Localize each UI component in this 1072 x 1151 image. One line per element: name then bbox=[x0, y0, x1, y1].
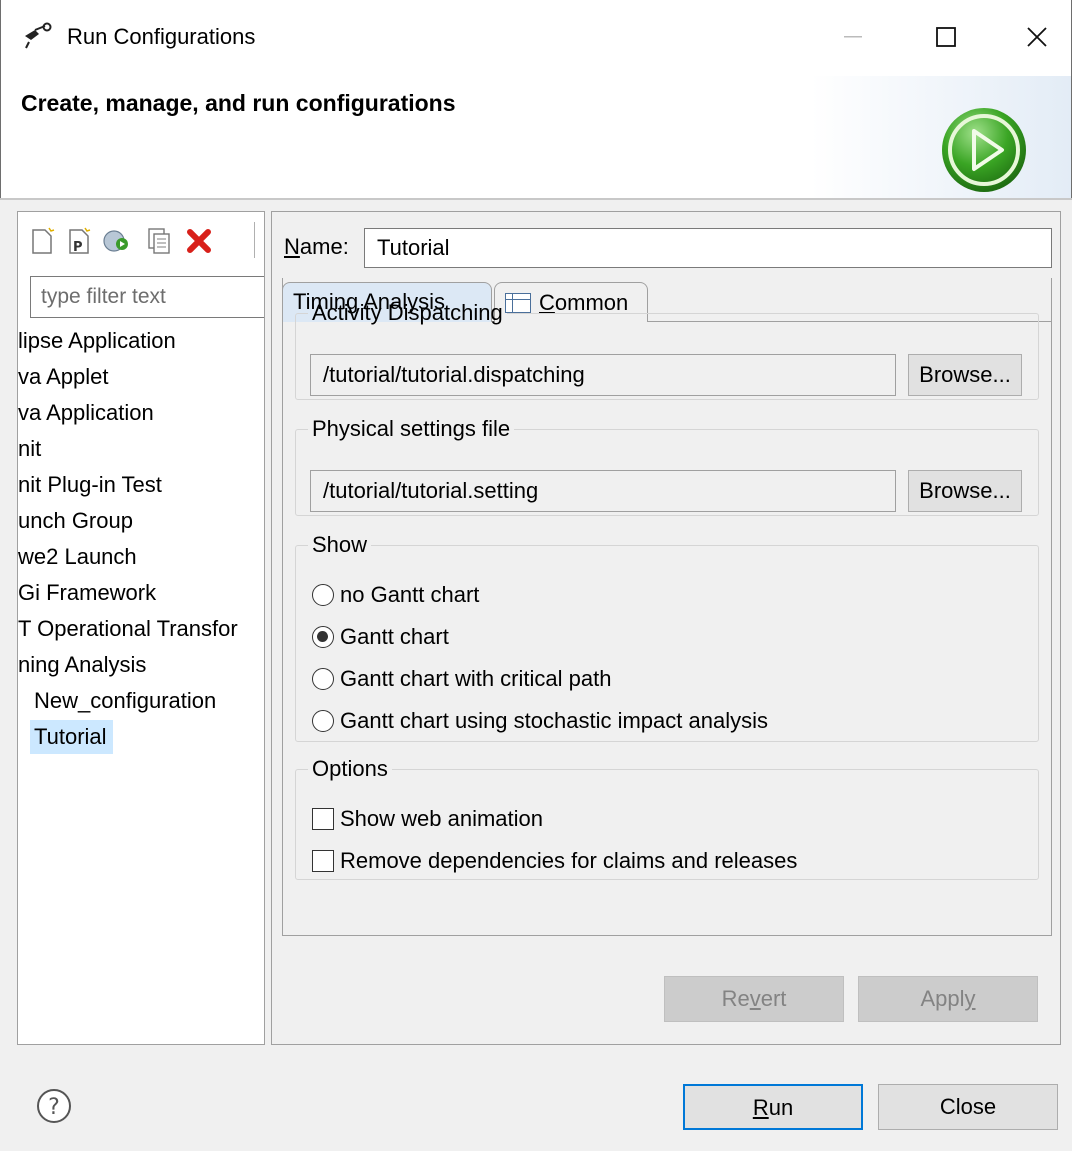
checkbox[interactable] bbox=[312, 808, 334, 830]
show-group: Show no Gantt chart Gantt chart Gantt ch… bbox=[295, 532, 1039, 742]
title-bar: Run Configurations bbox=[0, 0, 1072, 76]
new-config-icon bbox=[32, 227, 55, 254]
new-prototype-icon: P bbox=[69, 227, 91, 255]
toolbar-separator bbox=[254, 222, 255, 258]
checkbox-show-web-animation[interactable]: Show web animation bbox=[312, 804, 543, 834]
filter-input[interactable] bbox=[30, 276, 264, 318]
radio-gantt-stochastic[interactable]: Gantt chart using stochastic impact anal… bbox=[312, 706, 768, 736]
tree-item-new-configuration[interactable]: New_configuration bbox=[34, 684, 216, 718]
show-legend: Show bbox=[312, 532, 368, 557]
revert-label-mnemonic: v bbox=[749, 986, 761, 1011]
run-label-mnemonic: R bbox=[752, 1095, 769, 1120]
config-toolbar: P bbox=[18, 212, 264, 266]
tree-item[interactable]: T Operational Transfor bbox=[18, 612, 238, 646]
tree-item[interactable]: nit bbox=[18, 432, 41, 466]
close-button[interactable]: Close bbox=[878, 1084, 1058, 1130]
activity-dispatching-legend: Activity Dispatching bbox=[312, 300, 503, 325]
duplicate-configuration-button[interactable] bbox=[142, 224, 176, 258]
header-separator bbox=[0, 198, 1072, 200]
checkbox-label: Show web animation bbox=[340, 806, 544, 831]
physical-settings-legend: Physical settings file bbox=[312, 416, 511, 441]
revert-label-pre: Re bbox=[721, 986, 750, 1011]
tree-item[interactable]: unch Group bbox=[18, 504, 133, 538]
radio-label: no Gantt chart bbox=[340, 582, 480, 607]
svg-text:?: ? bbox=[48, 1095, 60, 1120]
configuration-list-panel: P lipse Application bbox=[17, 211, 265, 1045]
radio-button[interactable] bbox=[312, 710, 334, 732]
maximize-icon bbox=[936, 27, 956, 47]
run-button[interactable]: Run bbox=[683, 1084, 863, 1130]
name-label: Name: bbox=[284, 234, 349, 260]
duplicate-icon bbox=[148, 228, 170, 254]
export-configuration-button[interactable] bbox=[100, 224, 134, 258]
window-title: Run Configurations bbox=[67, 24, 256, 49]
tree-item[interactable]: ning Analysis bbox=[18, 648, 146, 682]
physical-settings-group: Physical settings file /tutorial/tutoria… bbox=[295, 416, 1039, 516]
run-configurations-app-icon bbox=[25, 22, 52, 49]
radio-button[interactable] bbox=[312, 584, 334, 606]
dialog-header-title: Create, manage, and run configurations bbox=[21, 90, 456, 116]
radio-label: Gantt chart using stochastic impact anal… bbox=[340, 708, 768, 733]
tree-item[interactable]: nit Plug-in Test bbox=[18, 468, 162, 502]
minimize-icon bbox=[844, 36, 862, 38]
checkbox-remove-dependencies[interactable]: Remove dependencies for claims and relea… bbox=[312, 846, 797, 876]
tree-item[interactable]: lipse Application bbox=[18, 324, 176, 358]
options-legend: Options bbox=[312, 756, 388, 781]
apply-label-mnemonic: y bbox=[964, 986, 976, 1011]
activity-browse-button[interactable]: Browse... bbox=[908, 354, 1022, 396]
checkbox[interactable] bbox=[312, 850, 334, 872]
revert-label-post: ert bbox=[760, 986, 787, 1011]
tree-item[interactable]: va Applet bbox=[18, 360, 109, 394]
export-config-icon bbox=[103, 230, 128, 252]
tree-item-tutorial[interactable]: Tutorial bbox=[30, 720, 113, 754]
tab-content: Activity Dispatching /tutorial/tutorial.… bbox=[282, 278, 1052, 936]
new-prototype-button[interactable]: P bbox=[62, 224, 96, 258]
options-group: Options Show web animation Remove depend… bbox=[295, 756, 1039, 880]
svg-text:P: P bbox=[73, 240, 83, 255]
minimize-button[interactable] bbox=[823, 14, 883, 60]
revert-button[interactable]: Revert bbox=[664, 976, 844, 1022]
physical-settings-path[interactable]: /tutorial/tutorial.setting bbox=[310, 470, 896, 512]
radio-button[interactable] bbox=[312, 668, 334, 690]
radio-no-gantt-chart[interactable]: no Gantt chart bbox=[312, 580, 479, 610]
activity-dispatching-path[interactable]: /tutorial/tutorial.dispatching bbox=[310, 354, 896, 396]
run-label-text: un bbox=[768, 1095, 794, 1120]
physical-browse-button[interactable]: Browse... bbox=[908, 470, 1022, 512]
dialog-header: Create, manage, and run configurations bbox=[0, 76, 1072, 198]
radio-label: Gantt chart bbox=[340, 624, 449, 649]
name-label-text: ame: bbox=[299, 234, 349, 259]
activity-dispatching-group: Activity Dispatching /tutorial/tutorial.… bbox=[295, 300, 1039, 400]
tree-item[interactable]: Gi Framework bbox=[18, 576, 156, 610]
new-configuration-button[interactable] bbox=[26, 224, 60, 258]
apply-button[interactable]: Apply bbox=[858, 976, 1038, 1022]
name-label-mnemonic: N bbox=[284, 234, 300, 259]
apply-label-pre: Appl bbox=[920, 986, 965, 1011]
delete-configuration-button[interactable] bbox=[182, 224, 216, 258]
help-icon[interactable]: ? bbox=[36, 1088, 72, 1124]
close-icon bbox=[1027, 27, 1047, 47]
close-window-button[interactable] bbox=[1007, 14, 1067, 60]
radio-gantt-critical-path[interactable]: Gantt chart with critical path bbox=[312, 664, 611, 694]
configuration-editor-panel: Name: Timing Analysis Common Activity Di… bbox=[271, 211, 1061, 1045]
radio-gantt-chart[interactable]: Gantt chart bbox=[312, 622, 449, 652]
tree-item[interactable]: va Application bbox=[18, 396, 154, 430]
name-field[interactable] bbox=[364, 228, 1052, 268]
run-play-icon bbox=[942, 108, 1026, 192]
maximize-button[interactable] bbox=[916, 14, 976, 60]
tree-item[interactable]: we2 Launch bbox=[18, 540, 137, 574]
radio-label: Gantt chart with critical path bbox=[340, 666, 612, 691]
delete-icon bbox=[187, 229, 211, 253]
checkbox-label: Remove dependencies for claims and relea… bbox=[340, 848, 798, 873]
radio-button-selected[interactable] bbox=[312, 626, 334, 648]
